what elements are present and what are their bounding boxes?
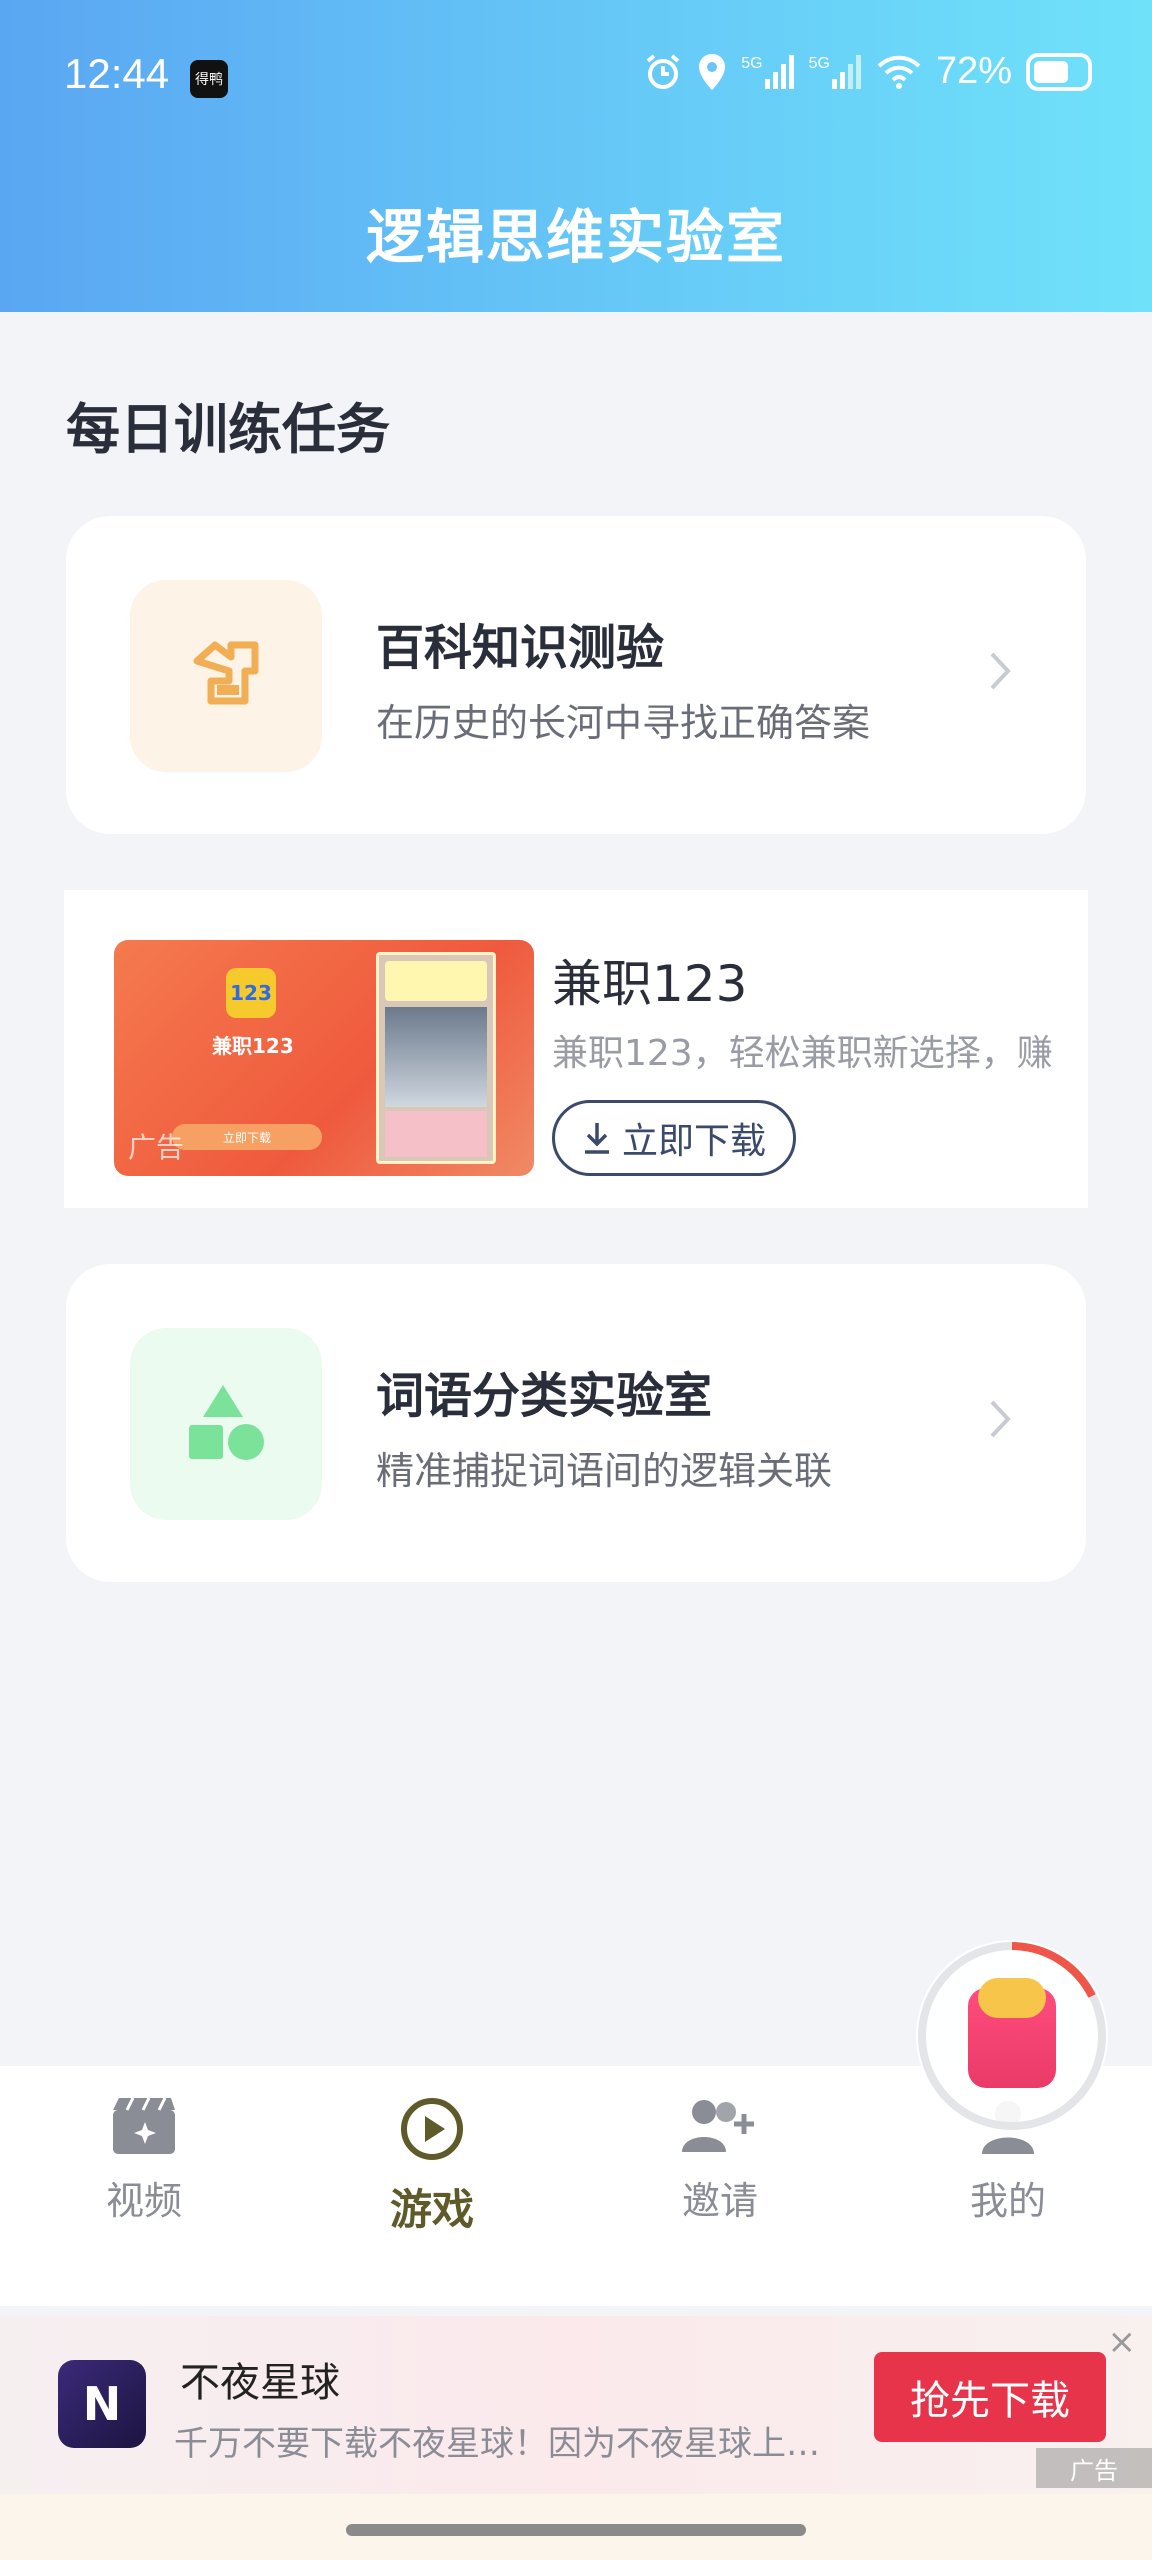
- red-packet-button[interactable]: [916, 1940, 1108, 2132]
- tab-label: 游戏: [389, 2185, 474, 2234]
- ad-app-icon: N: [58, 2360, 146, 2448]
- ad-download-button[interactable]: 立即下载: [552, 1100, 796, 1176]
- alarm-icon: [646, 53, 680, 89]
- task-title: 词语分类实验室: [376, 1368, 713, 1424]
- shapes-icon: [189, 1385, 264, 1460]
- battery-icon: [1026, 52, 1092, 91]
- video-icon: [113, 2097, 175, 2154]
- battery-percent: 72%: [935, 50, 1012, 92]
- task-subtitle: 在历史的长河中寻找正确答案: [376, 701, 871, 745]
- bottom-ad-description: 千万不要下载不夜星球！因为不夜星球上…: [174, 2424, 820, 2464]
- task-icon-box: [130, 580, 322, 772]
- play-icon: [401, 2098, 463, 2160]
- status-time: 12:44: [64, 50, 170, 97]
- signal-label: 5G: [808, 54, 830, 72]
- task-card-word-classification[interactable]: 词语分类实验室 精准捕捉词语间的逻辑关联: [66, 1264, 1086, 1582]
- ad-logo-icon: 123: [226, 968, 276, 1018]
- wifi-icon: [877, 55, 921, 89]
- page-title: 逻辑思维实验室: [365, 203, 786, 271]
- task-icon-box: [130, 1328, 322, 1520]
- ad-card[interactable]: 123 兼职123 立即下载 广告 兼职123 兼职123，轻松兼职新选择，赚 …: [64, 890, 1088, 1208]
- header-bar: 12:44 得鸭 5G 5G 72% 逻辑思维实验室: [0, 0, 1152, 312]
- task-subtitle: 精准捕捉词语间的逻辑关联: [376, 1449, 833, 1493]
- ad-image-mark: 广告: [128, 1131, 185, 1164]
- tab-label: 视频: [105, 2179, 182, 2223]
- task-card-encyclopedia[interactable]: 百科知识测验 在历史的长河中寻找正确答案: [66, 516, 1086, 834]
- chevron-right-icon: [990, 1400, 1011, 1438]
- task-title: 百科知识测验: [376, 620, 665, 676]
- signal-label: 5G: [741, 54, 763, 72]
- ad-download-label: 立即下载: [621, 1121, 766, 1162]
- invite-icon: [682, 2100, 754, 2152]
- bottom-ad-banner[interactable]: N 不夜星球 千万不要下载不夜星球！因为不夜星球上… 抢先下载 × 广告: [0, 2316, 1152, 2494]
- download-icon: [584, 1123, 609, 1154]
- home-area: [0, 2494, 1152, 2560]
- status-icons: 5G 5G 72%: [643, 50, 1092, 93]
- chevron-right-icon: [990, 652, 1011, 690]
- ad-photo: [376, 952, 496, 1164]
- ad-photo-person: [385, 1007, 487, 1107]
- home-indicator[interactable]: [346, 2524, 806, 2536]
- tab-game[interactable]: 游戏: [332, 2096, 532, 2237]
- signal-5g-icon: 5G: [808, 54, 862, 89]
- status-bar: 12:44 得鸭 5G 5G 72%: [0, 0, 1152, 150]
- app-badge-icon: 得鸭: [190, 60, 228, 98]
- section-title: 每日训练任务: [66, 398, 390, 461]
- puzzle-icon: [193, 641, 259, 705]
- ad-image[interactable]: 123 兼职123 立即下载 广告: [114, 940, 534, 1176]
- ad-image-brand: 兼职123: [212, 1034, 294, 1058]
- bottom-ad-download-button[interactable]: 抢先下载: [874, 2352, 1106, 2442]
- tab-label: 邀请: [681, 2179, 758, 2223]
- coin-icon: [978, 1978, 1046, 2018]
- tab-video[interactable]: 视频: [44, 2096, 244, 2225]
- ad-photo-banner: [385, 961, 487, 1001]
- tab-invite[interactable]: 邀请: [620, 2096, 820, 2225]
- location-icon: [699, 53, 726, 90]
- close-icon[interactable]: ×: [1108, 2322, 1137, 2362]
- tab-label: 我的: [969, 2179, 1046, 2223]
- ad-description: 兼职123，轻松兼职新选择，赚: [552, 1033, 1052, 1074]
- ad-image-button: 立即下载: [172, 1124, 322, 1150]
- ad-app-name: 兼职123: [552, 955, 748, 1013]
- bottom-ad-app-name: 不夜星球: [180, 2360, 340, 2406]
- ad-photo-footer: [385, 1111, 487, 1157]
- ad-tag: 广告: [1036, 2448, 1152, 2488]
- signal-5g-icon: 5G: [741, 54, 794, 89]
